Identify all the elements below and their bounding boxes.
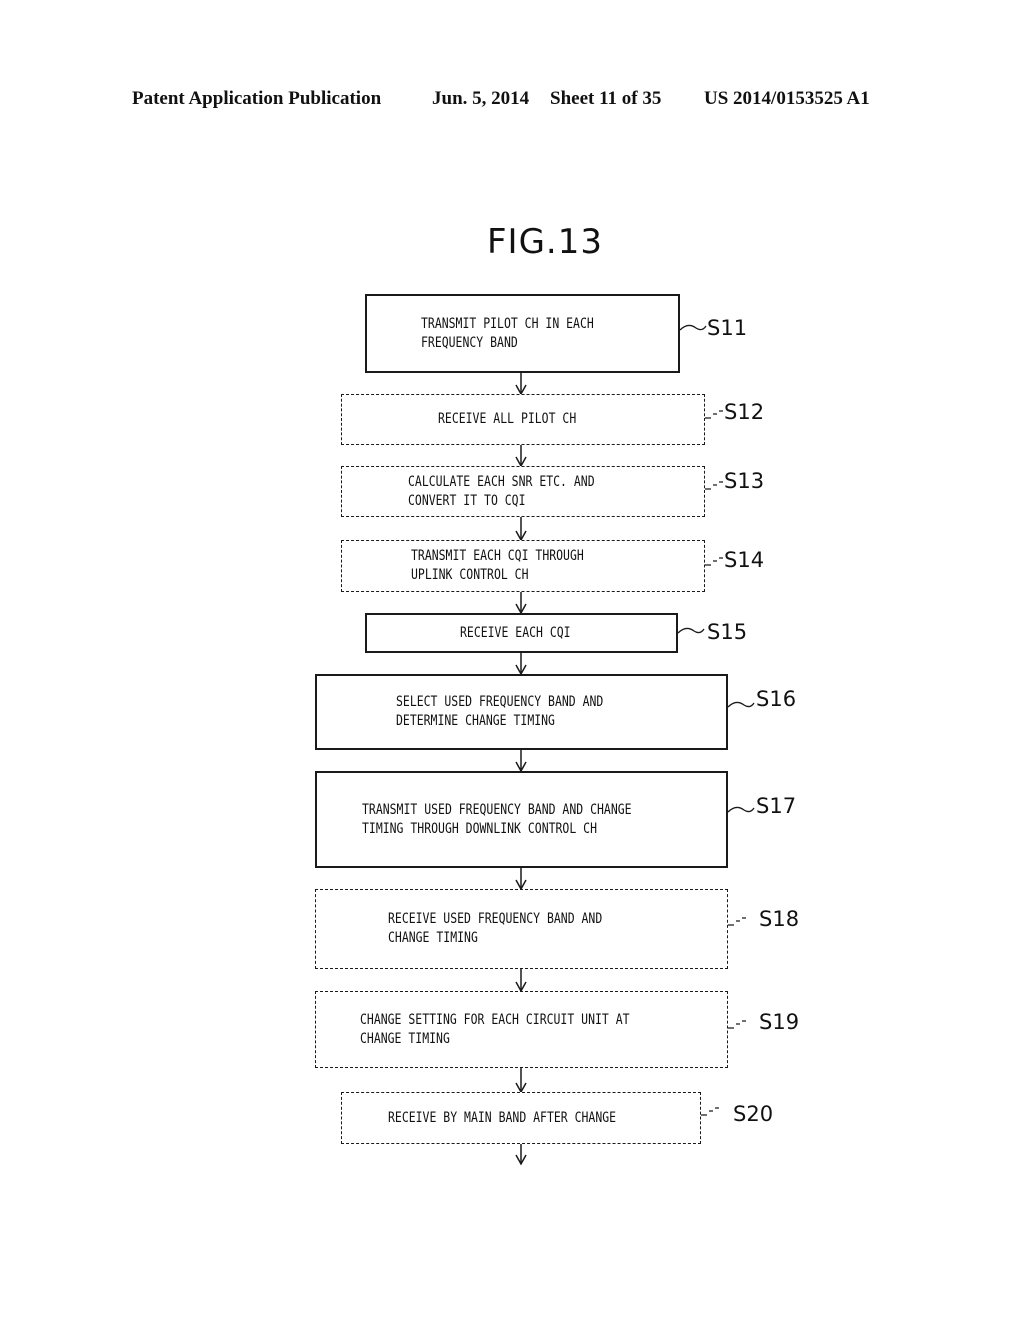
step-text-s15: RECEIVE EACH CQI — [460, 624, 571, 641]
step-label-s11: S11 — [707, 316, 748, 340]
step-text-s13: CALCULATE EACH SNR ETC. AND CONVERT IT T… — [408, 473, 595, 509]
leader-s12 — [705, 410, 723, 419]
step-box-s18: RECEIVE USED FREQUENCY BAND AND CHANGE T… — [315, 889, 728, 969]
leader-s16 — [727, 701, 755, 708]
arrow-s18-s19 — [515, 969, 527, 993]
step-label-s12: S12 — [724, 400, 765, 424]
step-text-s14: TRANSMIT EACH CQI THROUGH UPLINK CONTROL… — [411, 548, 584, 583]
step-text-s18: RECEIVE USED FREQUENCY BAND AND CHANGE T… — [388, 911, 603, 946]
leader-s13 — [705, 481, 723, 490]
step-box-s13: CALCULATE EACH SNR ETC. AND CONVERT IT T… — [341, 466, 705, 517]
leader-s20 — [701, 1107, 719, 1116]
arrow-s14-s15 — [515, 592, 527, 615]
step-text-s20: RECEIVE BY MAIN BAND AFTER CHANGE — [388, 1109, 617, 1126]
arrow-s17-s18 — [515, 868, 527, 891]
step-label-s16: S16 — [756, 687, 797, 711]
step-text-s11: TRANSMIT PILOT CH IN EACH FREQUENCY BAND — [421, 315, 594, 351]
step-text-s12: RECEIVE ALL PILOT CH — [438, 411, 577, 427]
step-text-s17: TRANSMIT USED FREQUENCY BAND AND CHANGE … — [362, 801, 632, 837]
leader-s11 — [679, 324, 707, 331]
step-box-s17: TRANSMIT USED FREQUENCY BAND AND CHANGE … — [315, 771, 728, 868]
step-label-s14: S14 — [724, 548, 765, 572]
arrow-s15-s16 — [515, 653, 527, 676]
step-label-s19: S19 — [759, 1010, 800, 1034]
leader-s18 — [728, 917, 746, 926]
step-text-s19: CHANGE SETTING FOR EACH CIRCUIT UNIT AT … — [360, 1011, 630, 1047]
arrow-s16-s17 — [515, 750, 527, 773]
step-label-s18: S18 — [759, 907, 800, 931]
step-box-s11: TRANSMIT PILOT CH IN EACH FREQUENCY BAND — [365, 294, 680, 373]
leader-s19 — [728, 1020, 746, 1029]
step-text-s16: SELECT USED FREQUENCY BAND AND DETERMINE… — [396, 694, 604, 729]
leader-s17 — [727, 806, 755, 813]
arrow-s12-s13 — [515, 445, 527, 468]
arrow-s19-s20 — [515, 1068, 527, 1094]
step-box-s15: RECEIVE EACH CQI — [365, 613, 678, 653]
step-label-s13: S13 — [724, 469, 765, 493]
arrow-s13-s14 — [515, 517, 527, 542]
leader-s15 — [677, 627, 705, 634]
leader-s14 — [705, 557, 723, 566]
step-label-s17: S17 — [756, 794, 797, 818]
arrow-s20-out — [515, 1144, 527, 1166]
step-box-s14: TRANSMIT EACH CQI THROUGH UPLINK CONTROL… — [341, 540, 705, 592]
step-box-s12: RECEIVE ALL PILOT CH — [341, 394, 705, 445]
step-box-s16: SELECT USED FREQUENCY BAND AND DETERMINE… — [315, 674, 728, 750]
step-box-s20: RECEIVE BY MAIN BAND AFTER CHANGE — [341, 1092, 701, 1144]
arrow-s11-s12 — [515, 373, 527, 396]
step-label-s20: S20 — [733, 1102, 774, 1126]
step-label-s15: S15 — [707, 620, 748, 644]
step-box-s19: CHANGE SETTING FOR EACH CIRCUIT UNIT AT … — [315, 991, 728, 1068]
